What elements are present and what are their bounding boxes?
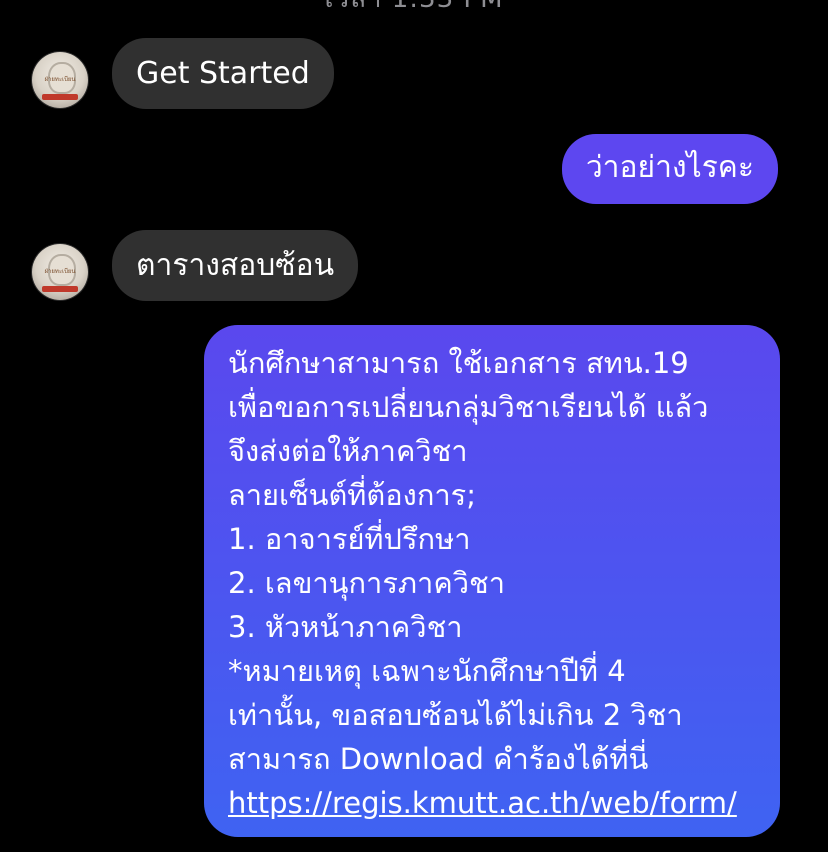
incoming-message-bubble[interactable]: ตารางสอบซ้อน <box>112 230 359 301</box>
message-text: Get Started <box>136 56 310 91</box>
incoming-message-bubble[interactable]: Get Started <box>112 38 334 109</box>
avatar-badge-icon <box>42 286 78 292</box>
outgoing-message-bubble-large[interactable]: นักศึกษาสามารถ ใช้เอกสาร สทน.19 เพื่อขอก… <box>204 325 780 837</box>
message-line: *หมายเหตุ เฉพาะนักศึกษาปีที่ 4 <box>228 654 626 688</box>
message-line: นักศึกษาสามารถ ใช้เอกสาร สทน.19 <box>228 346 689 380</box>
message-line: สามารถ Download คำร้องได้ที่นี่ <box>228 742 649 776</box>
message-line: 2. เลขานุการภาควิชา <box>228 566 505 600</box>
message-line: เพื่อขอการเปลี่ยนกลุ่มวิชาเรียนได้ แล้ว <box>228 390 709 424</box>
message-line: 3. หัวหน้าภาควิชา <box>228 610 463 644</box>
avatar-caption: ฝ่ายทะเบียน <box>44 268 76 275</box>
message-timestamp: เวลา 1:33 PM <box>0 0 828 19</box>
message-line: 1. อาจารย์ที่ปรึกษา <box>228 522 471 556</box>
avatar-caption: ฝ่ายทะเบียน <box>44 76 76 83</box>
message-text: ตารางสอบซ้อน <box>136 248 335 283</box>
message-line: เท่านั้น, ขอสอบซ้อนได้ไม่เกิน 2 วิชา <box>228 698 683 732</box>
bot-avatar[interactable]: ฝ่ายทะเบียน <box>32 244 88 300</box>
avatar-badge-icon <box>42 94 78 100</box>
message-text: ว่าอย่างไรคะ <box>585 150 754 185</box>
bot-avatar[interactable]: ฝ่ายทะเบียน <box>32 52 88 108</box>
form-download-link[interactable]: https://regis.kmutt.ac.th/web/form/ <box>228 781 756 825</box>
message-line: ลายเซ็นต์ที่ต้องการ; <box>228 478 477 512</box>
outgoing-message-bubble[interactable]: ว่าอย่างไรคะ <box>561 134 778 204</box>
message-line: จึงส่งต่อให้ภาควิชา <box>228 434 468 468</box>
